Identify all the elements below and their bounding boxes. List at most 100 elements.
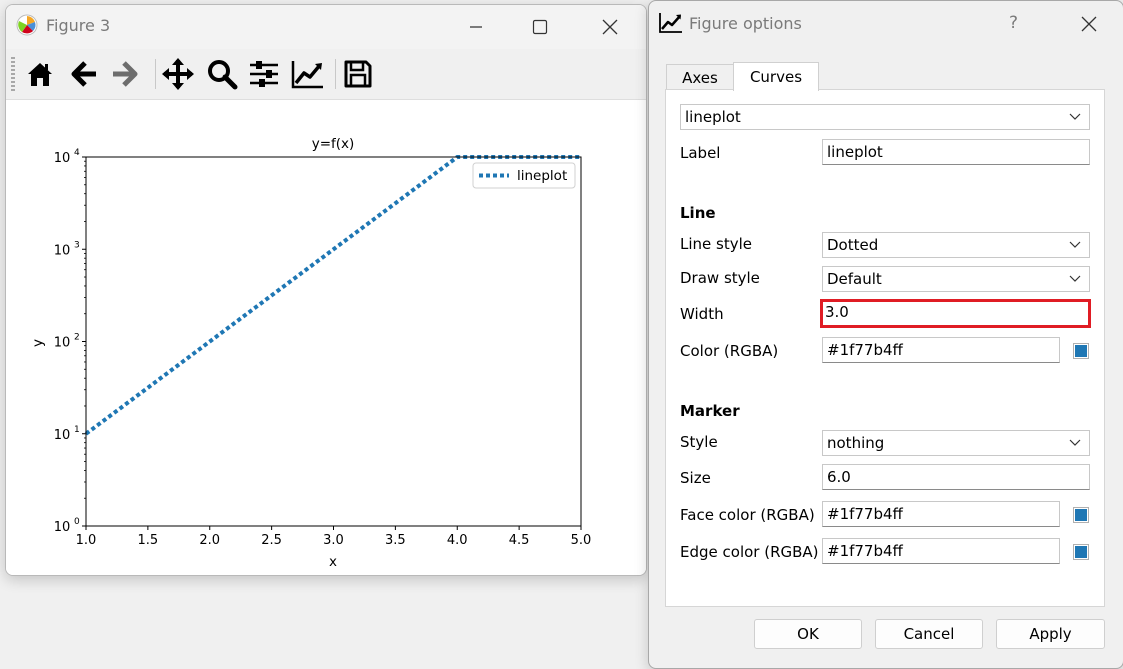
toolbar-separator xyxy=(155,59,156,89)
face-color-label: Face color (RGBA) xyxy=(680,506,815,524)
tab-axes[interactable]: Axes xyxy=(666,64,734,91)
plot-area-frame xyxy=(85,156,582,527)
apply-button[interactable]: Apply xyxy=(996,619,1105,649)
chevron-down-icon xyxy=(1069,275,1081,282)
pan-button[interactable] xyxy=(160,57,196,91)
face-color-input[interactable]: #1f77b4ff xyxy=(822,501,1060,527)
toolbar-grip xyxy=(11,57,15,91)
edge-color-swatch-button[interactable] xyxy=(1073,544,1089,560)
y-axis-label: y xyxy=(30,339,46,347)
x-tick-label: 4.5 xyxy=(509,533,530,548)
marker-section-header: Marker xyxy=(680,402,740,420)
figure-title: Figure 3 xyxy=(46,16,111,35)
y-tick-exponent: 0 xyxy=(74,517,80,527)
color-input[interactable]: #1f77b4ff xyxy=(822,337,1060,363)
color-swatch-button[interactable] xyxy=(1073,343,1089,359)
curves-panel: lineplot Label lineplot Line Line style … xyxy=(665,89,1105,607)
dialog-title: Figure options xyxy=(689,14,802,33)
y-tick-exponent: 1 xyxy=(74,425,80,435)
close-button[interactable] xyxy=(595,13,625,41)
marker-size-input[interactable]: 6.0 xyxy=(822,464,1090,490)
chevron-down-icon xyxy=(1069,439,1081,446)
x-tick-label: 4.0 xyxy=(447,533,468,548)
minimize-button[interactable] xyxy=(461,13,491,41)
close-icon xyxy=(1081,16,1097,32)
curve-select-value: lineplot xyxy=(685,108,741,126)
x-tick-label: 5.0 xyxy=(571,533,592,548)
color-label: Color (RGBA) xyxy=(680,342,779,360)
y-tick-exponent: 4 xyxy=(74,148,80,158)
edge-color-input[interactable]: #1f77b4ff xyxy=(822,538,1060,564)
figure-options-dialog: Figure options ? Axes Curves lineplot La… xyxy=(648,0,1123,669)
label-label: Label xyxy=(680,144,721,162)
line-chart-icon xyxy=(659,12,683,38)
chevron-down-icon xyxy=(1069,241,1081,248)
navigation-toolbar xyxy=(6,49,646,100)
move-arrows-icon xyxy=(162,58,194,90)
y-tick-label: 10 xyxy=(54,151,71,166)
line-style-select[interactable]: Dotted xyxy=(822,232,1090,258)
x-tick-label: 3.0 xyxy=(323,533,344,548)
ok-button[interactable]: OK xyxy=(754,619,862,649)
legend-label: lineplot xyxy=(517,168,567,184)
chart-title: y=f(x) xyxy=(312,136,355,152)
draw-style-select[interactable]: Default xyxy=(822,266,1090,292)
line-chart-icon xyxy=(291,61,323,89)
y-tick-label: 10 xyxy=(54,336,71,351)
toolbar-separator xyxy=(335,59,336,89)
chevron-down-icon xyxy=(1069,113,1081,120)
x-tick-label: 2.5 xyxy=(261,533,282,548)
curve-select[interactable]: lineplot xyxy=(680,104,1090,130)
help-button[interactable]: ? xyxy=(1009,13,1018,33)
dialog-close-button[interactable] xyxy=(1074,9,1104,39)
legend: lineplot xyxy=(472,162,576,189)
sliders-icon xyxy=(250,61,278,87)
zoom-button[interactable] xyxy=(204,57,240,91)
arrow-left-icon xyxy=(71,61,96,87)
face-color-swatch-button[interactable] xyxy=(1073,507,1089,523)
draw-style-label: Draw style xyxy=(680,269,760,287)
y-tick-exponent: 2 xyxy=(74,333,80,343)
figure-canvas[interactable]: y=f(x) x y 1.0 1.5 2.0 2.5 3.0 3.5 4.0 4.5 5.0 10… xyxy=(6,100,646,575)
label-input[interactable]: lineplot xyxy=(822,139,1090,165)
marker-style-value: nothing xyxy=(827,434,885,452)
series-line-lineplot xyxy=(84,154,581,436)
back-button[interactable] xyxy=(66,57,102,91)
width-label: Width xyxy=(680,305,724,323)
x-tick-label: 3.5 xyxy=(385,533,406,548)
line-style-value: Dotted xyxy=(827,236,879,254)
tab-curves[interactable]: Curves xyxy=(733,62,819,91)
marker-size-label: Size xyxy=(680,469,711,487)
line-style-label: Line style xyxy=(680,235,752,253)
save-button[interactable] xyxy=(340,57,376,91)
y-tick-label: 10 xyxy=(54,243,71,258)
chart: y=f(x) x y 1.0 1.5 2.0 2.5 3.0 3.5 4.0 4.5 5.010… xyxy=(30,136,592,570)
y-tick-label: 10 xyxy=(54,428,71,443)
y-tick-label: 10 xyxy=(54,520,71,535)
floppy-disk-icon xyxy=(344,60,372,88)
matplotlib-logo-icon xyxy=(16,14,38,36)
maximize-button[interactable] xyxy=(525,13,555,41)
magnifier-icon xyxy=(208,60,238,90)
figure-window: Figure 3 y=f(x) x y 1.0 1.5 2.0 2.5 3.0 … xyxy=(5,4,647,576)
arrow-right-icon xyxy=(113,61,138,87)
minimize-icon xyxy=(470,26,482,28)
forward-button[interactable] xyxy=(107,57,143,91)
marker-style-select[interactable]: nothing xyxy=(822,430,1090,456)
figure-titlebar: Figure 3 xyxy=(6,5,646,49)
cancel-button[interactable]: Cancel xyxy=(875,619,983,649)
line-section-header: Line xyxy=(680,204,716,222)
customize-button[interactable] xyxy=(290,57,326,91)
y-tick-exponent: 3 xyxy=(74,240,80,250)
x-axis-label: x xyxy=(329,554,337,570)
maximize-icon xyxy=(532,19,548,35)
width-input[interactable]: 3.0 xyxy=(820,299,1091,328)
x-tick-label: 2.0 xyxy=(199,533,220,548)
marker-style-label: Style xyxy=(680,433,718,451)
close-icon xyxy=(602,19,618,35)
edge-color-label: Edge color (RGBA) xyxy=(680,543,819,561)
x-tick-label: 1.5 xyxy=(138,533,159,548)
draw-style-value: Default xyxy=(827,270,882,288)
home-button[interactable] xyxy=(22,57,58,91)
subplots-button[interactable] xyxy=(246,57,282,91)
